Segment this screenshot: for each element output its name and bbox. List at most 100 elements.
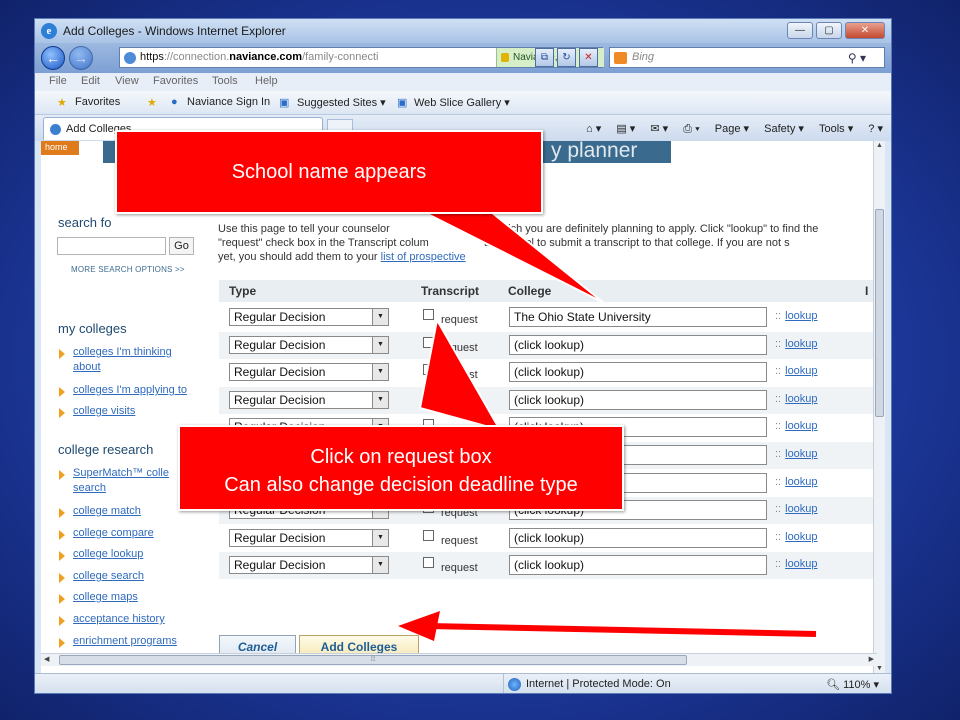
lookup-link[interactable]: :: lookup <box>775 393 818 405</box>
page-menu[interactable]: Page ▾ <box>715 123 749 135</box>
link-college-maps[interactable]: college maps <box>73 590 191 605</box>
link-college-compare[interactable]: college compare <box>73 526 191 541</box>
safety-menu[interactable]: Safety ▾ <box>764 123 804 135</box>
menu-view[interactable]: View <box>115 75 139 87</box>
forward-arrow-icon[interactable]: → <box>69 46 93 70</box>
lookup-link-text[interactable]: lookup <box>785 365 817 377</box>
lookup-link-text[interactable]: lookup <box>785 448 817 460</box>
college-name-field[interactable]: (click lookup) <box>509 335 767 355</box>
link-supermatch[interactable]: SuperMatch™ colle search <box>73 466 191 496</box>
transcript-request-checkbox[interactable] <box>423 557 434 568</box>
lookup-link[interactable]: :: lookup <box>775 448 818 460</box>
link-colleges-applying[interactable]: colleges I'm applying to <box>73 383 191 398</box>
dropdown-arrow-icon[interactable]: ▼ <box>372 392 388 408</box>
favorites-button[interactable]: Favorites <box>75 96 120 108</box>
back-arrow-icon[interactable]: ← <box>41 46 65 70</box>
lookup-link-text[interactable]: lookup <box>785 558 817 570</box>
scroll-left-icon[interactable]: ◀ <box>44 655 49 663</box>
transcript-request-checkbox[interactable] <box>423 309 434 320</box>
lookup-link-text[interactable]: lookup <box>785 476 817 488</box>
college-name-field[interactable]: The Ohio State University <box>509 307 767 327</box>
home-icon[interactable]: ⌂ ▾ <box>586 123 601 135</box>
lookup-link[interactable]: :: lookup <box>775 503 818 515</box>
tools-menu[interactable]: Tools ▾ <box>819 123 853 135</box>
link-college-search[interactable]: college search <box>73 569 191 584</box>
decision-type-select[interactable]: Regular Decision ▼ <box>229 529 389 547</box>
link-college-match[interactable]: college match <box>73 504 191 519</box>
security-zone[interactable]: Internet | Protected Mode: On <box>503 674 753 693</box>
menu-file[interactable]: File <box>49 75 67 87</box>
dropdown-arrow-icon[interactable]: ▼ <box>372 309 388 325</box>
transcript-request-checkbox[interactable] <box>423 392 434 403</box>
search-box[interactable]: Bing ⚲ ▾ <box>609 47 885 68</box>
decision-type-select[interactable]: Regular Decision ▼ <box>229 391 389 409</box>
decision-type-select[interactable]: Regular Decision ▼ <box>229 363 389 381</box>
transcript-request-checkbox[interactable] <box>423 364 434 375</box>
transcript-request-checkbox[interactable] <box>423 337 434 348</box>
mail-icon[interactable]: ✉ ▾ <box>650 123 668 135</box>
decision-type-select[interactable]: Regular Decision ▼ <box>229 308 389 326</box>
lookup-link[interactable]: :: lookup <box>775 531 818 543</box>
scroll-up-icon[interactable]: ▲ <box>876 142 883 149</box>
home-tab[interactable]: home <box>41 141 79 155</box>
link-colleges-thinking[interactable]: colleges I'm thinking about <box>73 345 191 375</box>
link-college-visits[interactable]: college visits <box>73 404 191 419</box>
lookup-link-text[interactable]: lookup <box>785 338 817 350</box>
link-acceptance-history[interactable]: acceptance history <box>73 612 191 627</box>
link-enrichment-programs[interactable]: enrichment programs <box>73 634 191 649</box>
decision-type-select[interactable]: Regular Decision ▼ <box>229 336 389 354</box>
stop-icon[interactable]: ✕ <box>579 48 598 67</box>
menu-tools[interactable]: Tools <box>212 75 238 87</box>
lookup-link[interactable]: :: lookup <box>775 476 818 488</box>
zoom-level[interactable]: 🔍︎ 110% ▾ <box>826 678 879 691</box>
compat-view-icon[interactable]: ⧉ <box>535 48 554 67</box>
fav-naviance[interactable]: Naviance Sign In <box>187 96 270 108</box>
lookup-link[interactable]: :: lookup <box>775 558 818 570</box>
hscroll-thumb[interactable]: ⦙⦙⦙ <box>59 655 687 665</box>
print-icon[interactable]: ⎙ ▾ <box>683 123 699 135</box>
scroll-thumb[interactable] <box>875 209 884 417</box>
lookup-link[interactable]: :: lookup <box>775 420 818 432</box>
lookup-link-text[interactable]: lookup <box>785 310 817 322</box>
vertical-scrollbar[interactable]: ▲ ▼ <box>873 141 885 673</box>
add-favorite-icon[interactable]: ★ <box>147 96 157 109</box>
search-icon[interactable]: ⚲ ▾ <box>848 49 866 68</box>
lookup-link-text[interactable]: lookup <box>785 503 817 515</box>
sidebar-search-input[interactable] <box>57 237 166 255</box>
help-icon[interactable]: ? ▾ <box>868 123 883 135</box>
decision-type-select[interactable]: Regular Decision ▼ <box>229 556 389 574</box>
dropdown-arrow-icon[interactable]: ▼ <box>372 364 388 380</box>
lookup-link[interactable]: :: lookup <box>775 338 818 350</box>
prospective-list-link[interactable]: list of prospective <box>381 251 466 263</box>
lookup-link-text[interactable]: lookup <box>785 420 817 432</box>
lookup-link[interactable]: :: lookup <box>775 310 818 322</box>
menu-help[interactable]: Help <box>255 75 278 87</box>
lookup-link-text[interactable]: lookup <box>785 531 817 543</box>
college-name-field[interactable]: (click lookup) <box>509 555 767 575</box>
more-search-options-link[interactable]: MORE SEARCH OPTIONS >> <box>71 265 185 274</box>
fav-webslice[interactable]: Web Slice Gallery ▾ <box>414 96 510 109</box>
fav-suggested[interactable]: Suggested Sites ▾ <box>297 96 386 109</box>
feeds-icon[interactable]: ▤ ▾ <box>616 123 635 135</box>
menu-favorites[interactable]: Favorites <box>153 75 198 87</box>
dropdown-arrow-icon[interactable]: ▼ <box>372 557 388 573</box>
college-name-field[interactable]: (click lookup) <box>509 528 767 548</box>
horizontal-scrollbar[interactable]: ◀ ⦙⦙⦙ ▶ <box>41 653 877 666</box>
scroll-down-icon[interactable]: ▼ <box>876 665 883 672</box>
college-name-field[interactable]: (click lookup) <box>509 390 767 410</box>
maximize-button[interactable]: ▢ <box>816 22 842 39</box>
dropdown-arrow-icon[interactable]: ▼ <box>372 530 388 546</box>
refresh-icon[interactable]: ↻ <box>557 48 576 67</box>
menu-edit[interactable]: Edit <box>81 75 100 87</box>
college-name-field[interactable]: (click lookup) <box>509 362 767 382</box>
scroll-right-icon[interactable]: ▶ <box>869 655 874 663</box>
url-field[interactable]: https://connection.naviance.com/family-c… <box>119 47 604 68</box>
lookup-link-text[interactable]: lookup <box>785 393 817 405</box>
minimize-button[interactable]: — <box>787 22 813 39</box>
lookup-link[interactable]: :: lookup <box>775 365 818 377</box>
transcript-request-checkbox[interactable] <box>423 530 434 541</box>
close-button[interactable]: ✕ <box>845 22 885 39</box>
go-button[interactable]: Go <box>169 237 194 255</box>
link-college-lookup[interactable]: college lookup <box>73 547 191 562</box>
dropdown-arrow-icon[interactable]: ▼ <box>372 337 388 353</box>
